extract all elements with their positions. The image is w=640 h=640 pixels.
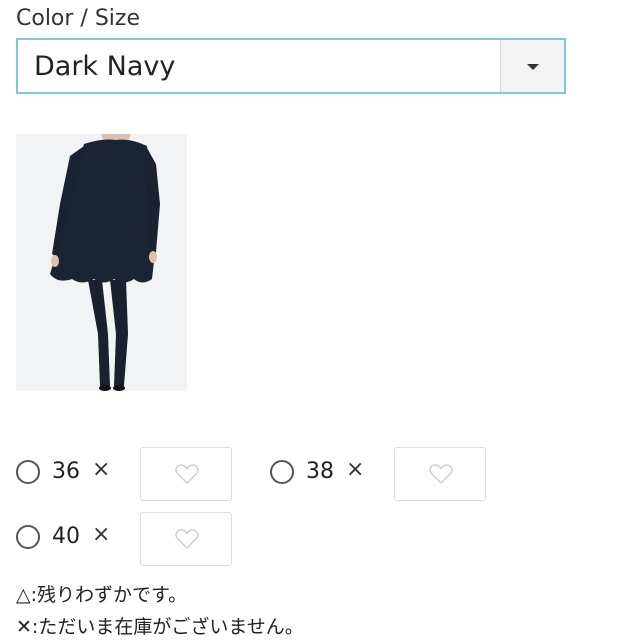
stock-status-40: ×: [92, 522, 111, 547]
size-option-40: 40 ×: [16, 512, 246, 566]
favorite-button-40[interactable]: [140, 512, 232, 566]
dropdown-toggle[interactable]: [500, 40, 564, 92]
size-radio-38[interactable]: [270, 460, 294, 484]
color-size-select[interactable]: Dark Navy: [16, 38, 566, 94]
size-label-36: 36: [52, 459, 80, 484]
size-option-36: 36 ×: [16, 447, 246, 501]
heart-outline-icon: [175, 529, 199, 549]
selected-color-value: Dark Navy: [34, 51, 176, 82]
caret-down-icon: [527, 64, 539, 70]
product-image: [16, 118, 187, 391]
outfit-illustration: [16, 118, 187, 391]
size-radio-36[interactable]: [16, 460, 40, 484]
favorite-button-36[interactable]: [140, 447, 232, 501]
favorite-button-38[interactable]: [394, 447, 486, 501]
heart-outline-icon: [429, 464, 453, 484]
color-size-label: Color / Size: [16, 6, 140, 31]
legend-out-of-stock: ✕:ただいま在庫がございません。: [16, 616, 304, 638]
heart-outline-icon: [175, 464, 199, 484]
size-radio-40[interactable]: [16, 525, 40, 549]
legend-low-stock: △:残りわずかです。: [16, 584, 188, 606]
size-label-40: 40: [52, 524, 80, 549]
size-label-38: 38: [306, 459, 334, 484]
stock-status-36: ×: [92, 457, 111, 482]
stock-status-38: ×: [346, 457, 365, 482]
size-option-38: 38 ×: [270, 447, 500, 501]
